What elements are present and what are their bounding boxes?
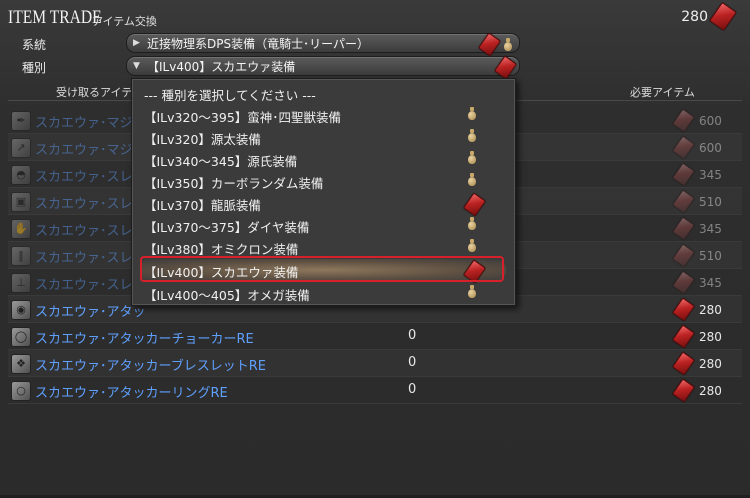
bag-icon [467,285,477,298]
legs-icon: ‖ [11,246,31,266]
window-title: ITEM TRADE [8,7,102,28]
armor-icon: ▣ [11,192,31,212]
dropdown-item-ryumyaku[interactable]: 【ILv370】龍脈装備 [140,192,506,217]
dropdown-item-label: --- 種別を選択してください --- [144,88,316,103]
title-bar: ITEM TRADE アイテム交換 280 [0,0,750,34]
column-receive: 受け取るアイテム [56,86,143,99]
bag-icon [503,38,513,51]
item-name: スカエウァ･スレイ [35,170,146,185]
triangle-right-icon: ▶ [133,38,140,48]
window-subtitle: アイテム交換 [92,15,157,28]
item-name: スカエウァ･アタッカーブレスレットRE [35,359,266,374]
category-select[interactable]: ▶ 近接物理系DPS装備（竜騎士･リーパー） [126,32,520,57]
category-label: 系統 [22,38,47,52]
selection-highlight-box [140,256,504,282]
dropdown-item-label: 【ILv320～395】蛮神･四聖獣装備 [144,110,342,125]
item-cost: 600 [699,113,722,128]
red-token-icon [671,351,696,376]
item-cost: 280 [699,329,722,344]
dropdown-item-label: 【ILv400～405】オメガ装備 [144,288,310,303]
feather-icon: ✒ [11,111,31,131]
item-name: スカエウァ･アタッカーリングRE [35,386,228,401]
item-cost: 280 [699,356,722,371]
table-row[interactable]: ◯ スカエウァ･アタッカーチョーカーRE 0 280 [8,323,742,350]
red-token-icon [671,108,696,133]
item-name: スカエウァ･スレイ [35,224,146,239]
bag-icon [467,173,477,186]
type-select[interactable]: ▼ 【ILv400】スカエウァ装備 [126,55,520,80]
item-cost: 280 [699,302,722,317]
currency-display: 280 [681,1,737,32]
dropdown-item-carborundum[interactable]: 【ILv350】カーボランダム装備 [140,170,506,192]
dropdown-item-label: 【ILv320】源太装備 [144,132,261,147]
dropdown-item-omicron[interactable]: 【ILv380】オミクロン装備 [140,236,506,258]
item-name: スカエウァ･スレイ [35,278,146,293]
red-token-icon [671,243,696,268]
dropdown-item-label: 【ILv340～345】源氏装備 [144,154,298,169]
bag-icon [467,129,477,142]
item-name: スカエウァ･マジテ [35,116,146,131]
boots-icon: ⊥ [11,273,31,293]
item-owned-qty: 0 [408,355,417,370]
table-row[interactable]: ❖ スカエウァ･アタッカーブレスレットRE 0 280 [8,350,742,377]
table-row[interactable]: ○ スカエウァ･アタッカーリングRE 0 280 [8,377,742,404]
bag-icon [467,107,477,120]
spear-icon: ↗ [11,138,31,158]
item-name: スカエウァ･アタッカーチョーカーRE [35,332,254,347]
red-token-icon [671,324,696,349]
item-name: スカエウァ･アタッ [35,305,146,320]
bag-icon [467,239,477,252]
dropdown-item-placeholder[interactable]: --- 種別を選択してください --- [140,82,506,104]
item-cost: 345 [699,221,722,236]
column-required: 必要アイテム [630,86,695,99]
type-label: 種別 [22,61,47,75]
item-name: スカエウァ･スレイ [35,197,146,212]
earring-icon: ◉ [11,300,31,320]
dropdown-item-label: 【ILv350】カーボランダム装備 [144,176,324,191]
item-cost: 345 [699,167,722,182]
item-cost: 510 [699,248,722,263]
red-token-icon [671,162,696,187]
red-token-icon [493,55,518,80]
gauntlet-icon: ✋ [11,219,31,239]
dropdown-item-omega[interactable]: 【ILv400～405】オメガ装備 [140,282,506,304]
dropdown-item-genji[interactable]: 【ILv340～345】源氏装備 [140,148,506,170]
red-token-icon [671,270,696,295]
item-owned-qty: 0 [408,382,417,397]
red-token-icon [671,135,696,160]
dropdown-item-label: 【ILv370】龍脈装備 [144,198,261,213]
bag-icon [467,217,477,230]
red-token-icon [671,378,696,403]
item-owned-qty: 0 [408,328,417,343]
dropdown-item-label: 【ILv370～375】ダイヤ装備 [144,220,310,235]
dropdown-item-primal[interactable]: 【ILv320～395】蛮神･四聖獣装備 [140,104,506,126]
red-token-icon [671,297,696,322]
dropdown-item-diamond[interactable]: 【ILv370～375】ダイヤ装備 [140,214,506,236]
bag-icon [467,151,477,164]
item-name: スカエウァ･スレイ [35,251,146,266]
item-cost: 345 [699,275,722,290]
choker-icon: ◯ [11,327,31,347]
ring-icon: ○ [11,381,31,401]
red-token-icon [671,216,696,241]
type-value: 【ILv400】スカエウァ装備 [147,59,296,74]
currency-amount: 280 [681,8,708,25]
red-token-icon [709,1,737,32]
dropdown-item-genta[interactable]: 【ILv320】源太装備 [140,126,506,148]
category-value: 近接物理系DPS装備（竜騎士･リーパー） [147,36,369,51]
item-name: スカエウァ･マジテ [35,143,146,158]
red-token-icon [477,32,502,57]
item-cost: 280 [699,383,722,398]
red-token-icon [462,192,487,217]
triangle-down-icon: ▼ [133,61,140,71]
bracelet-icon: ❖ [11,354,31,374]
helmet-icon: ◓ [11,165,31,185]
item-cost: 600 [699,140,722,155]
item-cost: 510 [699,194,722,209]
red-token-icon [671,189,696,214]
item-trade-window: ITEM TRADE アイテム交換 280 系統 ▶ 近接物理系DPS装備（竜騎… [0,0,750,498]
